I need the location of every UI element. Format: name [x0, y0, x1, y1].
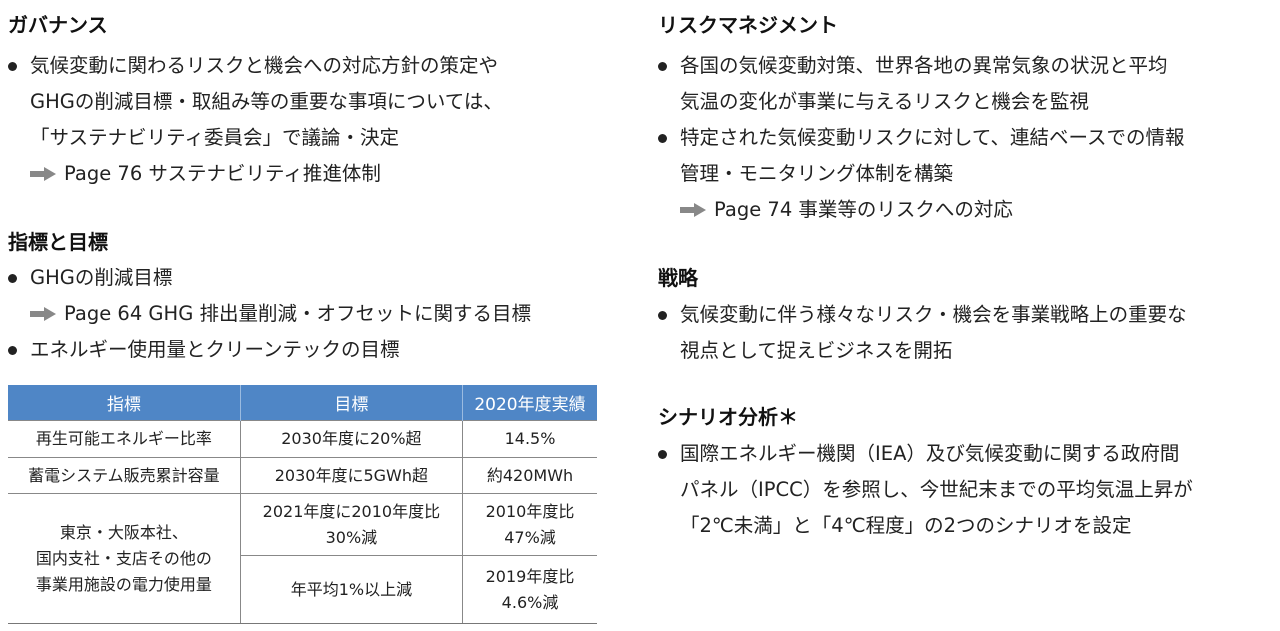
- bullet-icon: [658, 311, 667, 320]
- text-line: 国際エネルギー機関（IEA）及び気候変動に関する政府間: [680, 442, 1180, 465]
- text-line: 各国の気候変動対策、世界各地の異常気象の状況と平均: [680, 54, 1168, 77]
- risk-section: リスクマネジメント 各国の気候変動対策、世界各地の異常気象の状況と平均 気温の変…: [658, 12, 1268, 228]
- text-line: 気候変動に関わるリスクと機会への対応方針の策定や: [30, 54, 499, 77]
- cell-target: 2030年度に5GWh超: [239, 457, 463, 494]
- metrics-page-reference[interactable]: Page 64 GHG 排出量削減・オフセットに関する目標: [8, 296, 608, 332]
- text-line: 4.6%減: [501, 592, 559, 612]
- arrow-right-icon: [680, 203, 706, 217]
- text-line: 管理・モニタリング体制を構築: [680, 162, 954, 185]
- governance-page-reference[interactable]: Page 76 サステナビリティ推進体制: [8, 156, 608, 192]
- cell-indicator: 蓄電システム販売累計容量: [8, 457, 241, 494]
- text-line: 47%減: [504, 527, 556, 547]
- risk-heading: リスクマネジメント: [658, 13, 838, 37]
- arrow-right-icon: [30, 167, 56, 181]
- metrics-heading: 指標と目標: [8, 230, 108, 254]
- bullet-icon: [8, 346, 17, 355]
- text-line: 特定された気候変動リスクに対して、連結ベースでの情報: [680, 126, 1185, 149]
- cell-result: 約420MWh: [462, 457, 597, 494]
- text-line: 年平均1%以上減: [290, 579, 413, 599]
- bullet-icon: [8, 274, 17, 283]
- text-line: 「2℃未満」と「4℃程度」の2つのシナリオを設定: [680, 514, 1132, 537]
- cell-indicator-merged: 東京・大阪本社、 国内支社・支店その他の 事業用施設の電力使用量: [8, 493, 241, 624]
- text-line: GHGの削減目標: [30, 266, 173, 289]
- risk-bullet: 特定された気候変動リスクに対して、連結ベースでの情報 管理・モニタリング体制を構…: [658, 120, 1268, 192]
- text-line: 「サステナビリティ委員会」で議論・決定: [30, 126, 399, 149]
- text-line: エネルギー使用量とクリーンテックの目標: [30, 338, 400, 361]
- reference-link-text[interactable]: Page 76 サステナビリティ推進体制: [64, 156, 381, 192]
- header-target: 目標: [239, 385, 463, 421]
- table-header-row: 指標 目標 2020年度実績: [8, 385, 597, 421]
- text-line: 視点として捉えビジネスを開拓: [680, 339, 953, 362]
- risk-page-reference[interactable]: Page 74 事業等のリスクへの対応: [658, 192, 1268, 228]
- cell-target: 年平均1%以上減: [239, 555, 463, 624]
- bullet-icon: [658, 450, 667, 459]
- table-row: 蓄電システム販売累計容量 2030年度に5GWh超 約420MWh: [8, 457, 597, 494]
- cell-result: 2010年度比 47%減: [462, 493, 597, 556]
- text-line: パネル（IPCC）を参照し、今世紀末までの平均気温上昇が: [680, 478, 1193, 501]
- cell-result: 14.5%: [462, 420, 597, 458]
- strategy-bullet: 気候変動に伴う様々なリスク・機会を事業戦略上の重要な 視点として捉えビジネスを開…: [658, 297, 1268, 369]
- arrow-right-icon: [30, 307, 56, 321]
- table-row: 再生可能エネルギー比率 2030年度に20%超 14.5%: [8, 420, 597, 458]
- scenario-bullet: 国際エネルギー機関（IEA）及び気候変動に関する政府間 パネル（IPCC）を参照…: [658, 436, 1268, 544]
- metrics-bullet-ghg: GHGの削減目標: [8, 260, 608, 296]
- scenario-heading: シナリオ分析＊: [658, 405, 798, 429]
- text-line: 30%減: [325, 527, 378, 547]
- header-result: 2020年度実績: [462, 385, 597, 421]
- governance-section: ガバナンス 気候変動に関わるリスクと機会への対応方針の策定や GHGの削減目標・…: [8, 12, 608, 192]
- cell-target: 2030年度に20%超: [239, 420, 463, 458]
- strategy-heading: 戦略: [658, 266, 698, 290]
- text-line: 2010年度比: [485, 501, 575, 521]
- governance-heading: ガバナンス: [8, 13, 108, 37]
- text-line: 2019年度比: [485, 566, 575, 586]
- bullet-icon: [658, 62, 667, 71]
- metrics-bullet-energy: エネルギー使用量とクリーンテックの目標: [8, 332, 608, 368]
- header-indicator: 指標: [8, 385, 241, 421]
- governance-bullet: 気候変動に関わるリスクと機会への対応方針の策定や GHGの削減目標・取組み等の重…: [8, 48, 608, 156]
- bullet-icon: [658, 134, 667, 143]
- metrics-table: 指標 目標 2020年度実績 再生可能エネルギー比率 2030年度に20%超 1…: [8, 385, 597, 624]
- text-line: 気候変動に伴う様々なリスク・機会を事業戦略上の重要な: [680, 303, 1187, 326]
- strategy-section: 戦略 気候変動に伴う様々なリスク・機会を事業戦略上の重要な 視点として捉えビジネ…: [658, 265, 1268, 369]
- text-line: 事業用施設の電力使用量: [35, 574, 212, 594]
- text-line: GHGの削減目標・取組み等の重要な事項については、: [30, 90, 503, 113]
- reference-link-text[interactable]: Page 74 事業等のリスクへの対応: [714, 192, 1013, 228]
- table-row: 東京・大阪本社、 国内支社・支店その他の 事業用施設の電力使用量 2021年度に…: [8, 493, 597, 624]
- text-line: 気温の変化が事業に与えるリスクと機会を監視: [680, 90, 1089, 113]
- cell-indicator: 再生可能エネルギー比率: [8, 420, 241, 458]
- text-line: 2021年度に2010年度比: [262, 501, 441, 521]
- text-line: 東京・大阪本社、: [59, 522, 188, 542]
- text-line: 国内支社・支店その他の: [35, 548, 212, 568]
- bullet-icon: [8, 62, 17, 71]
- cell-target: 2021年度に2010年度比 30%減: [239, 493, 463, 556]
- risk-bullet: 各国の気候変動対策、世界各地の異常気象の状況と平均 気温の変化が事業に与えるリス…: [658, 48, 1268, 120]
- scenario-section: シナリオ分析＊ 国際エネルギー機関（IEA）及び気候変動に関する政府間 パネル（…: [658, 404, 1268, 544]
- cell-result: 2019年度比 4.6%減: [462, 555, 597, 624]
- reference-link-text[interactable]: Page 64 GHG 排出量削減・オフセットに関する目標: [64, 296, 531, 332]
- metrics-section: 指標と目標 GHGの削減目標 Page 64 GHG 排出量削減・オフセットに関…: [8, 229, 608, 368]
